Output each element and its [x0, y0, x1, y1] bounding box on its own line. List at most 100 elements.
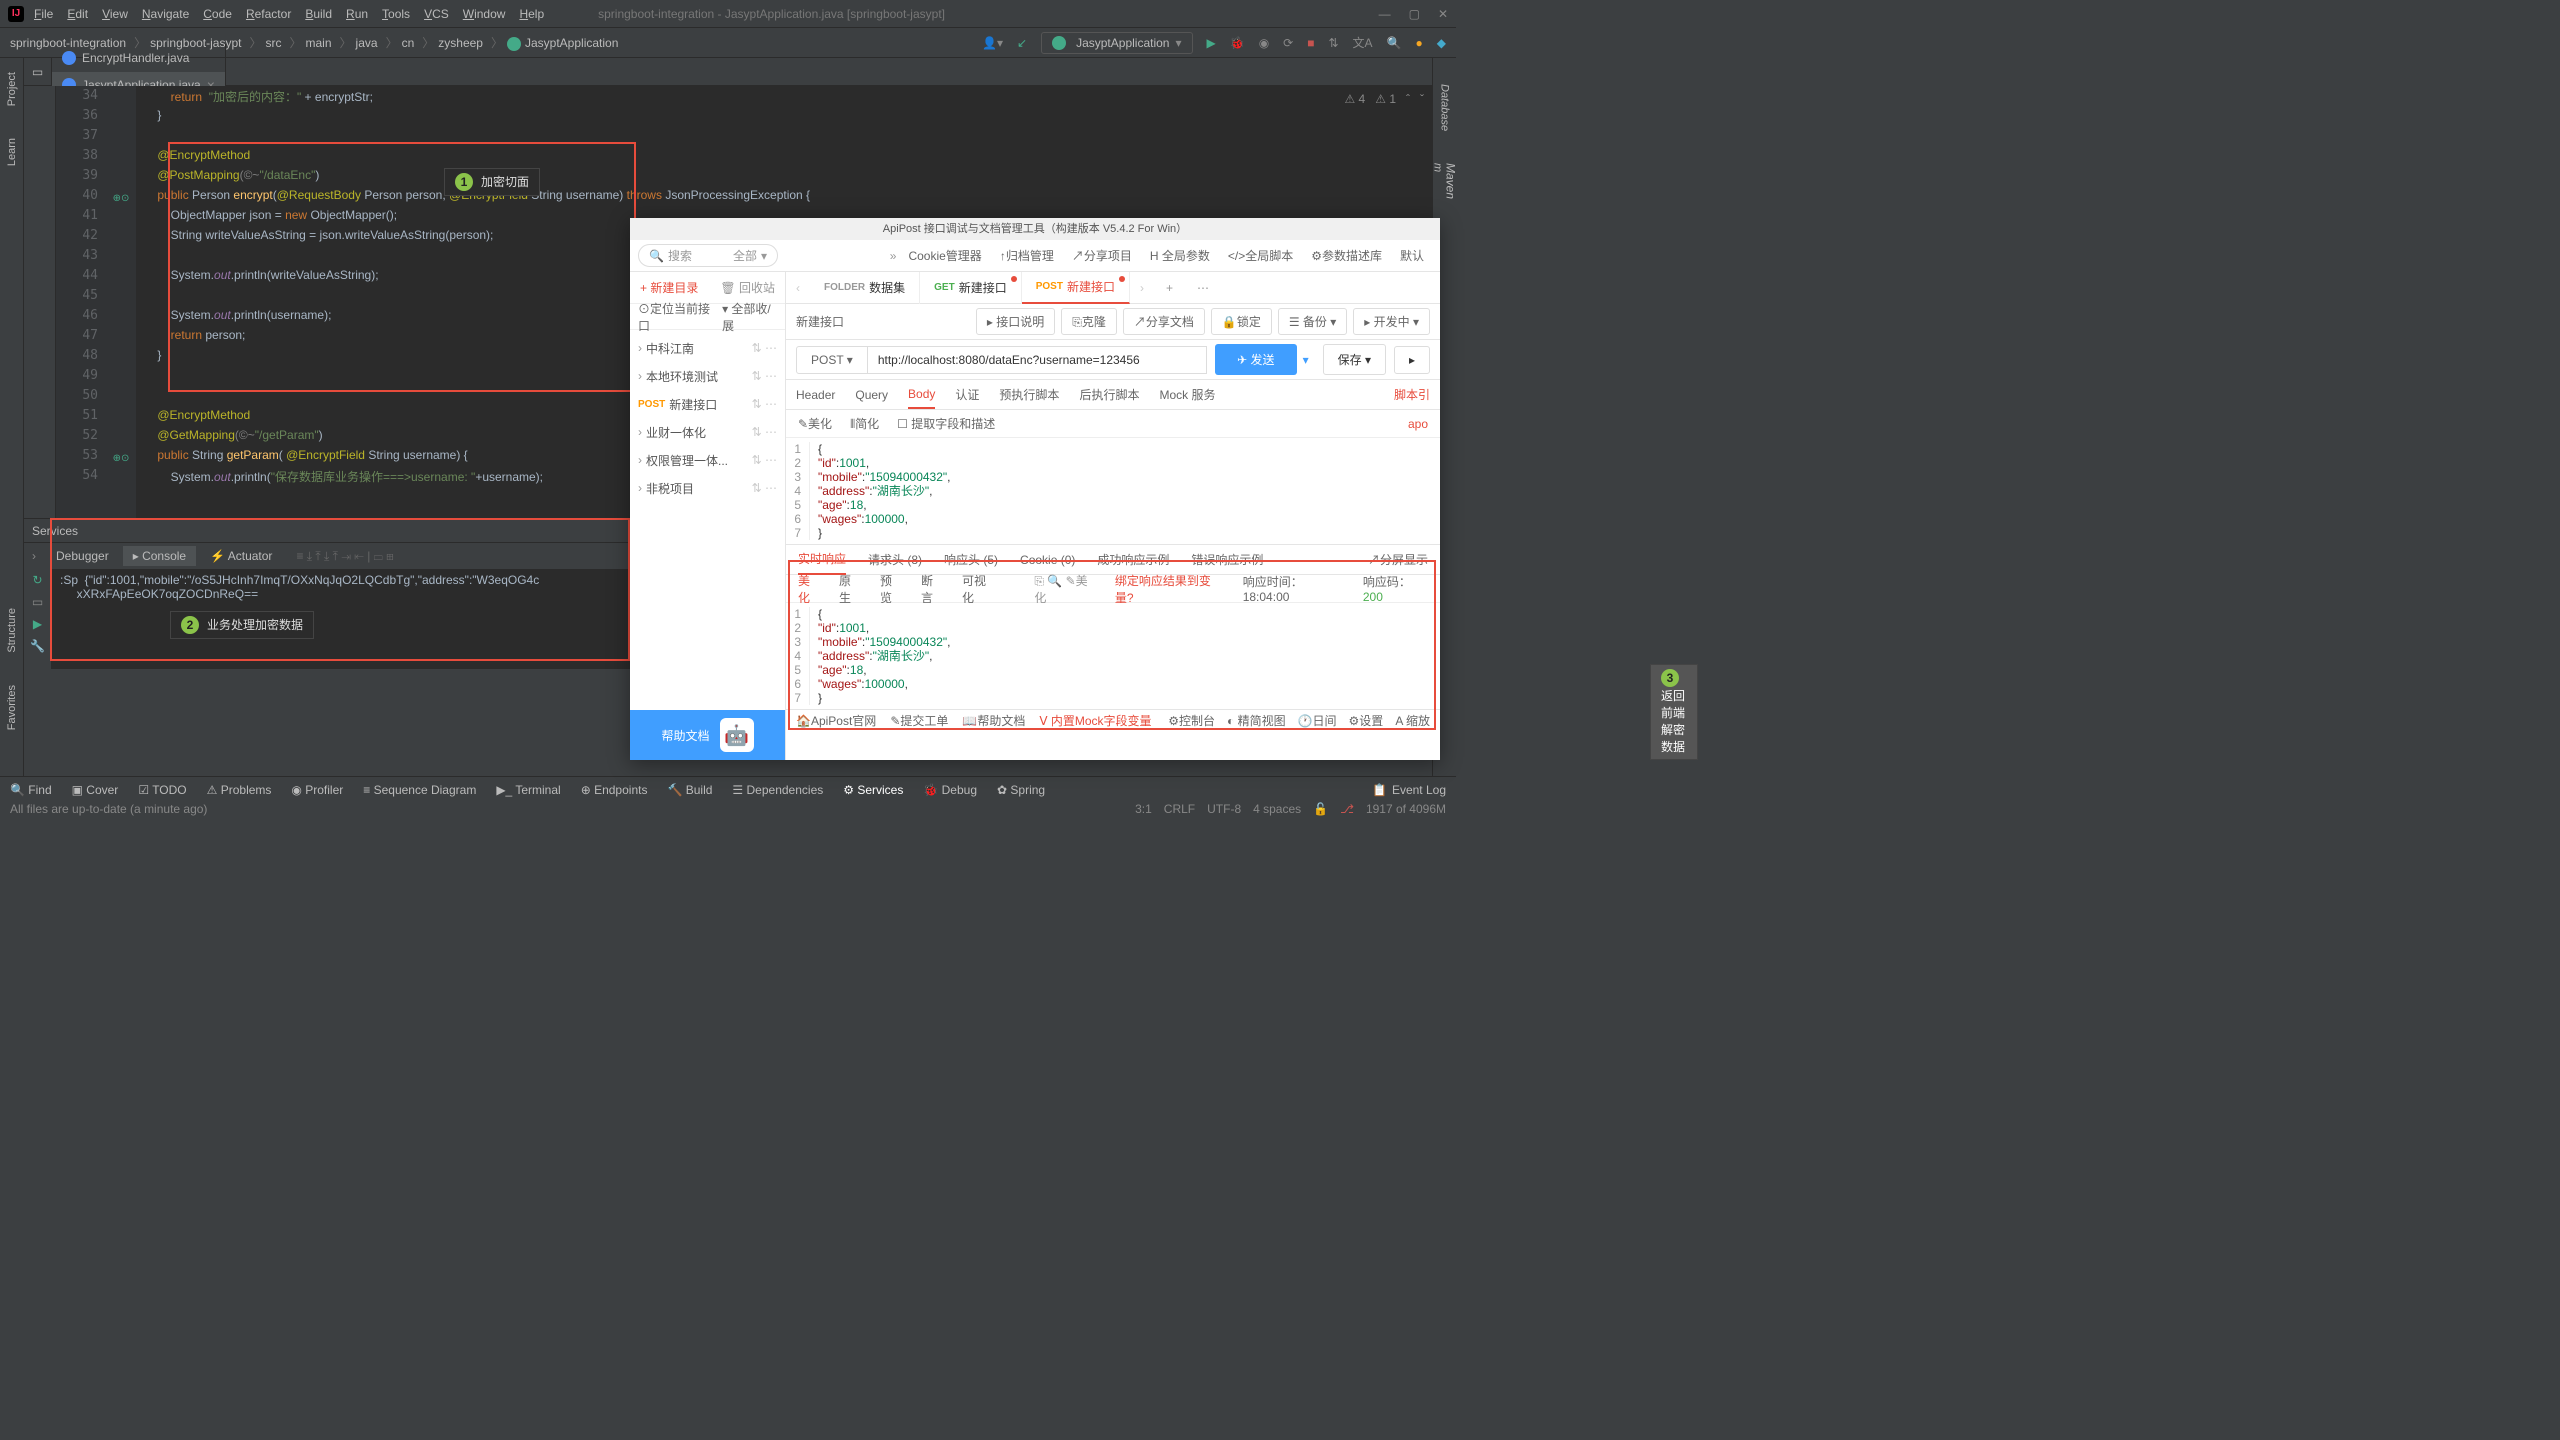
- database-tab[interactable]: Database: [1437, 78, 1453, 137]
- editor-tab[interactable]: EncryptHandler.java: [52, 44, 226, 72]
- run-icon[interactable]: ▶: [1207, 36, 1216, 50]
- breadcrumb-item[interactable]: cn: [402, 36, 415, 50]
- footer-link[interactable]: 📖帮助文档: [962, 712, 1025, 729]
- more-tabs-icon[interactable]: ⋯: [1185, 281, 1221, 295]
- request-tab[interactable]: POST 新建接口: [1022, 272, 1130, 304]
- error-indicator[interactable]: ⚠ 4: [1344, 92, 1365, 106]
- request-name[interactable]: 新建接口: [796, 313, 916, 330]
- chevron-icon[interactable]: ›: [32, 549, 36, 563]
- tree-item[interactable]: ›非税项目⇅ ⋯: [630, 474, 785, 502]
- response-tab[interactable]: 错误响应示例: [1191, 545, 1263, 574]
- format-button[interactable]: ✎美化: [798, 415, 832, 432]
- debugger-tab[interactable]: Debugger: [46, 546, 119, 566]
- caret-position[interactable]: 3:1: [1135, 802, 1152, 816]
- request-section-tab[interactable]: 后执行脚本: [1079, 380, 1139, 409]
- scroll-up-icon[interactable]: ˆ: [1406, 92, 1410, 106]
- readonly-icon[interactable]: 🔓: [1313, 802, 1328, 816]
- debug-icon[interactable]: 🐞: [1230, 36, 1245, 50]
- menu-help[interactable]: Help: [519, 7, 544, 21]
- response-view-tab[interactable]: 预览: [880, 572, 903, 606]
- project-tool-icon[interactable]: ▭: [24, 58, 52, 86]
- response-view-tab[interactable]: 断言: [921, 572, 944, 606]
- footer-tool[interactable]: ⚙控制台: [1168, 712, 1215, 729]
- recycle-button[interactable]: 🗑 回收站: [720, 279, 775, 296]
- request-section-tab[interactable]: 认证: [955, 380, 979, 409]
- search-input[interactable]: 🔍 搜索全部 ▾: [638, 244, 778, 267]
- save-button[interactable]: 保存 ▾: [1323, 344, 1386, 375]
- format-button[interactable]: ☐ 提取字段和描述: [897, 415, 995, 432]
- menu-view[interactable]: View: [102, 7, 128, 21]
- menu-refactor[interactable]: Refactor: [246, 7, 291, 21]
- memory-indicator[interactable]: 1917 of 4096M: [1366, 802, 1446, 816]
- bottom-tab-services[interactable]: ⚙ Services: [843, 783, 903, 797]
- action-button[interactable]: ▸ 开发中 ▾: [1353, 308, 1430, 335]
- breadcrumb-item[interactable]: java: [356, 36, 378, 50]
- send-button[interactable]: ✈ 发送: [1215, 344, 1296, 375]
- bottom-tab-endpoints[interactable]: ⊕ Endpoints: [581, 783, 648, 797]
- toolbar-button[interactable]: ↗分享项目: [1064, 243, 1140, 268]
- warning-indicator[interactable]: ⚠ 1: [1375, 92, 1396, 106]
- git-branch[interactable]: ⎇: [1340, 802, 1354, 816]
- bottom-tab-dependencies[interactable]: ☰ Dependencies: [732, 783, 823, 797]
- more-button[interactable]: ▸: [1394, 346, 1430, 374]
- request-section-tab[interactable]: Header: [796, 382, 835, 408]
- footer-tool[interactable]: 🕐日间: [1298, 712, 1337, 729]
- menu-window[interactable]: Window: [463, 7, 506, 21]
- bottom-tab-build[interactable]: 🔨 Build: [667, 783, 712, 797]
- add-tab-icon[interactable]: +: [1154, 281, 1185, 295]
- stop-icon[interactable]: ▭: [32, 595, 43, 609]
- response-view-tab[interactable]: 美化: [798, 572, 821, 606]
- vcs-update-icon[interactable]: ↙: [1017, 36, 1027, 50]
- request-section-tab[interactable]: Mock 服务: [1159, 380, 1215, 409]
- menu-run[interactable]: Run: [346, 7, 368, 21]
- bottom-tab-problems[interactable]: ⚠ Problems: [207, 783, 272, 797]
- breadcrumb-item[interactable]: JasyptApplication: [525, 36, 618, 50]
- response-tab[interactable]: 成功响应示例: [1097, 545, 1169, 574]
- toolbar-button[interactable]: ⚙参数描述库: [1303, 243, 1390, 268]
- toolbar-button[interactable]: </>全局脚本: [1220, 243, 1301, 268]
- indent[interactable]: 4 spaces: [1253, 802, 1301, 816]
- footer-tool[interactable]: ⚙设置: [1349, 712, 1384, 729]
- locate-button[interactable]: ⊙定位当前接口: [638, 300, 714, 334]
- run-config-selector[interactable]: JasyptApplication▾: [1041, 32, 1192, 54]
- request-tab[interactable]: GET 新建接口: [920, 272, 1022, 304]
- request-section-tab[interactable]: 预执行脚本: [999, 380, 1059, 409]
- tree-item[interactable]: ›本地环境测试⇅ ⋯: [630, 362, 785, 390]
- menu-file[interactable]: File: [34, 7, 53, 21]
- user-icon[interactable]: 👤▾: [982, 36, 1003, 50]
- footer-tool[interactable]: ◐ 精简视图: [1227, 712, 1286, 729]
- breadcrumb-item[interactable]: src: [266, 36, 282, 50]
- menu-navigate[interactable]: Navigate: [142, 7, 189, 21]
- toolbar-button[interactable]: ↑归档管理: [992, 243, 1062, 268]
- response-tab[interactable]: 响应头 (5): [944, 545, 998, 574]
- maximize-icon[interactable]: ▢: [1409, 7, 1420, 21]
- expand-button[interactable]: ▾ 全部收/展: [722, 300, 777, 334]
- bottom-tab-todo[interactable]: ☑ TODO: [138, 783, 186, 797]
- profile-icon[interactable]: ⟳: [1283, 36, 1293, 50]
- menu-edit[interactable]: Edit: [67, 7, 88, 21]
- tree-item[interactable]: POST新建接口⇅ ⋯: [630, 390, 785, 418]
- translate-icon[interactable]: 文A: [1353, 34, 1373, 51]
- bottom-tab-debug[interactable]: 🐞 Debug: [923, 783, 977, 797]
- bottom-tab-find[interactable]: 🔍 Find: [10, 783, 52, 797]
- bottom-tab-spring[interactable]: ✿ Spring: [997, 783, 1045, 797]
- request-tab[interactable]: FOLDER 数据集: [810, 272, 920, 304]
- response-view-tab[interactable]: 原生: [839, 572, 862, 606]
- menu-code[interactable]: Code: [203, 7, 232, 21]
- action-button[interactable]: ☰ 备份 ▾: [1278, 308, 1347, 335]
- rerun-icon[interactable]: ↻: [32, 573, 42, 587]
- request-section-tab[interactable]: Query: [855, 382, 888, 408]
- settings-icon[interactable]: 🔧: [30, 639, 45, 653]
- tree-item[interactable]: ›业财一体化⇅ ⋯: [630, 418, 785, 446]
- action-button[interactable]: ⎘克隆: [1061, 308, 1117, 335]
- new-folder-button[interactable]: + 新建目录: [640, 279, 698, 296]
- url-input[interactable]: http://localhost:8080/dataEnc?username=1…: [868, 346, 1207, 374]
- coverage-icon[interactable]: ◉: [1259, 36, 1269, 50]
- breadcrumb-item[interactable]: main: [306, 36, 332, 50]
- vcs-icon[interactable]: ⇅: [1328, 36, 1338, 50]
- stop-icon[interactable]: ■: [1307, 36, 1314, 50]
- action-button[interactable]: ↗分享文档: [1123, 308, 1205, 335]
- response-tab[interactable]: 实时响应: [798, 544, 846, 575]
- method-selector[interactable]: POST ▾: [796, 346, 868, 374]
- tab-next-icon[interactable]: ›: [1130, 281, 1154, 295]
